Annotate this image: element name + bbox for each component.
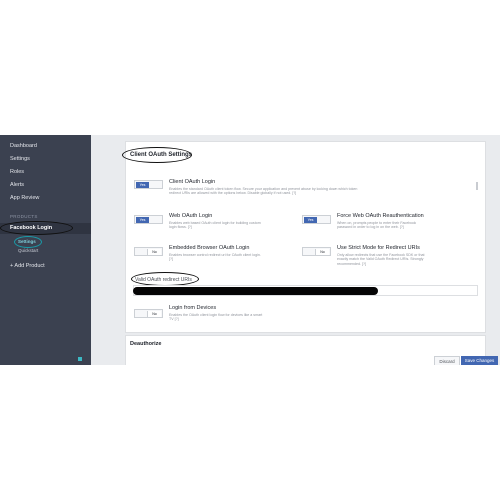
client-oauth-card: Client OAuth Settings Yes Client OAuth L… xyxy=(122,141,486,333)
annotation-oval-redirect-uris xyxy=(131,272,199,286)
option-title: Embedded Browser OAuth Login xyxy=(169,245,250,251)
option-description: Enables browser control redirect uri for… xyxy=(169,253,261,262)
strict-mode-toggle[interactable]: No xyxy=(302,247,331,256)
web-oauth-login-toggle[interactable]: Yes xyxy=(134,215,163,224)
option-title: Login from Devices xyxy=(169,305,217,311)
deauthorize-title: Deauthorize xyxy=(130,341,162,347)
force-web-reauth-toggle[interactable]: Yes xyxy=(302,215,331,224)
help-icon[interactable] xyxy=(78,357,82,361)
scrollbar[interactable] xyxy=(476,182,478,190)
option-description: Enables the OAuth client login flow for … xyxy=(169,313,263,322)
sidebar-item-settings[interactable]: Settings xyxy=(10,156,30,162)
login-from-devices-toggle[interactable]: No xyxy=(134,309,163,318)
sidebar-subitem-quickstart[interactable]: Quickstart xyxy=(18,248,38,253)
client-oauth-login-toggle[interactable]: Yes xyxy=(134,180,163,189)
sidebar: Dashboard Settings Roles Alerts App Revi… xyxy=(0,135,91,365)
option-description: Enables the standard OAuth client token … xyxy=(169,187,358,196)
annotation-oval-facebook-login xyxy=(0,221,73,235)
sidebar-section-products: PRODUCTS xyxy=(10,214,38,219)
redaction-scribble xyxy=(133,287,378,295)
save-changes-button[interactable]: Save Changes xyxy=(461,356,498,365)
sidebar-item-dashboard[interactable]: Dashboard xyxy=(10,143,37,149)
option-description: Only allow redirects that use the Facebo… xyxy=(337,253,425,266)
add-product-link[interactable]: + Add Product xyxy=(10,263,45,269)
sidebar-item-app-review[interactable]: App Review xyxy=(10,195,39,201)
embedded-browser-oauth-toggle[interactable]: No xyxy=(134,247,163,256)
option-title: Use Strict Mode for Redirect URIs xyxy=(337,245,420,251)
option-title: Client OAuth Login xyxy=(169,179,216,185)
app-settings-screenshot: Dashboard Settings Roles Alerts App Revi… xyxy=(0,135,500,365)
option-description: When on, prompts people to enter their F… xyxy=(337,221,417,230)
option-description: Enables web based OAuth client login for… xyxy=(169,221,261,230)
sidebar-item-roles[interactable]: Roles xyxy=(10,169,24,175)
option-title: Force Web OAuth Reauthentication xyxy=(337,213,424,219)
discard-button[interactable]: Discard xyxy=(434,356,460,365)
option-title: Web OAuth Login xyxy=(169,213,213,219)
annotation-oval-settings xyxy=(14,236,42,248)
annotation-oval-client-oauth xyxy=(122,147,192,163)
deauthorize-card: Deauthorize xyxy=(125,335,486,365)
sidebar-item-alerts[interactable]: Alerts xyxy=(10,182,24,188)
